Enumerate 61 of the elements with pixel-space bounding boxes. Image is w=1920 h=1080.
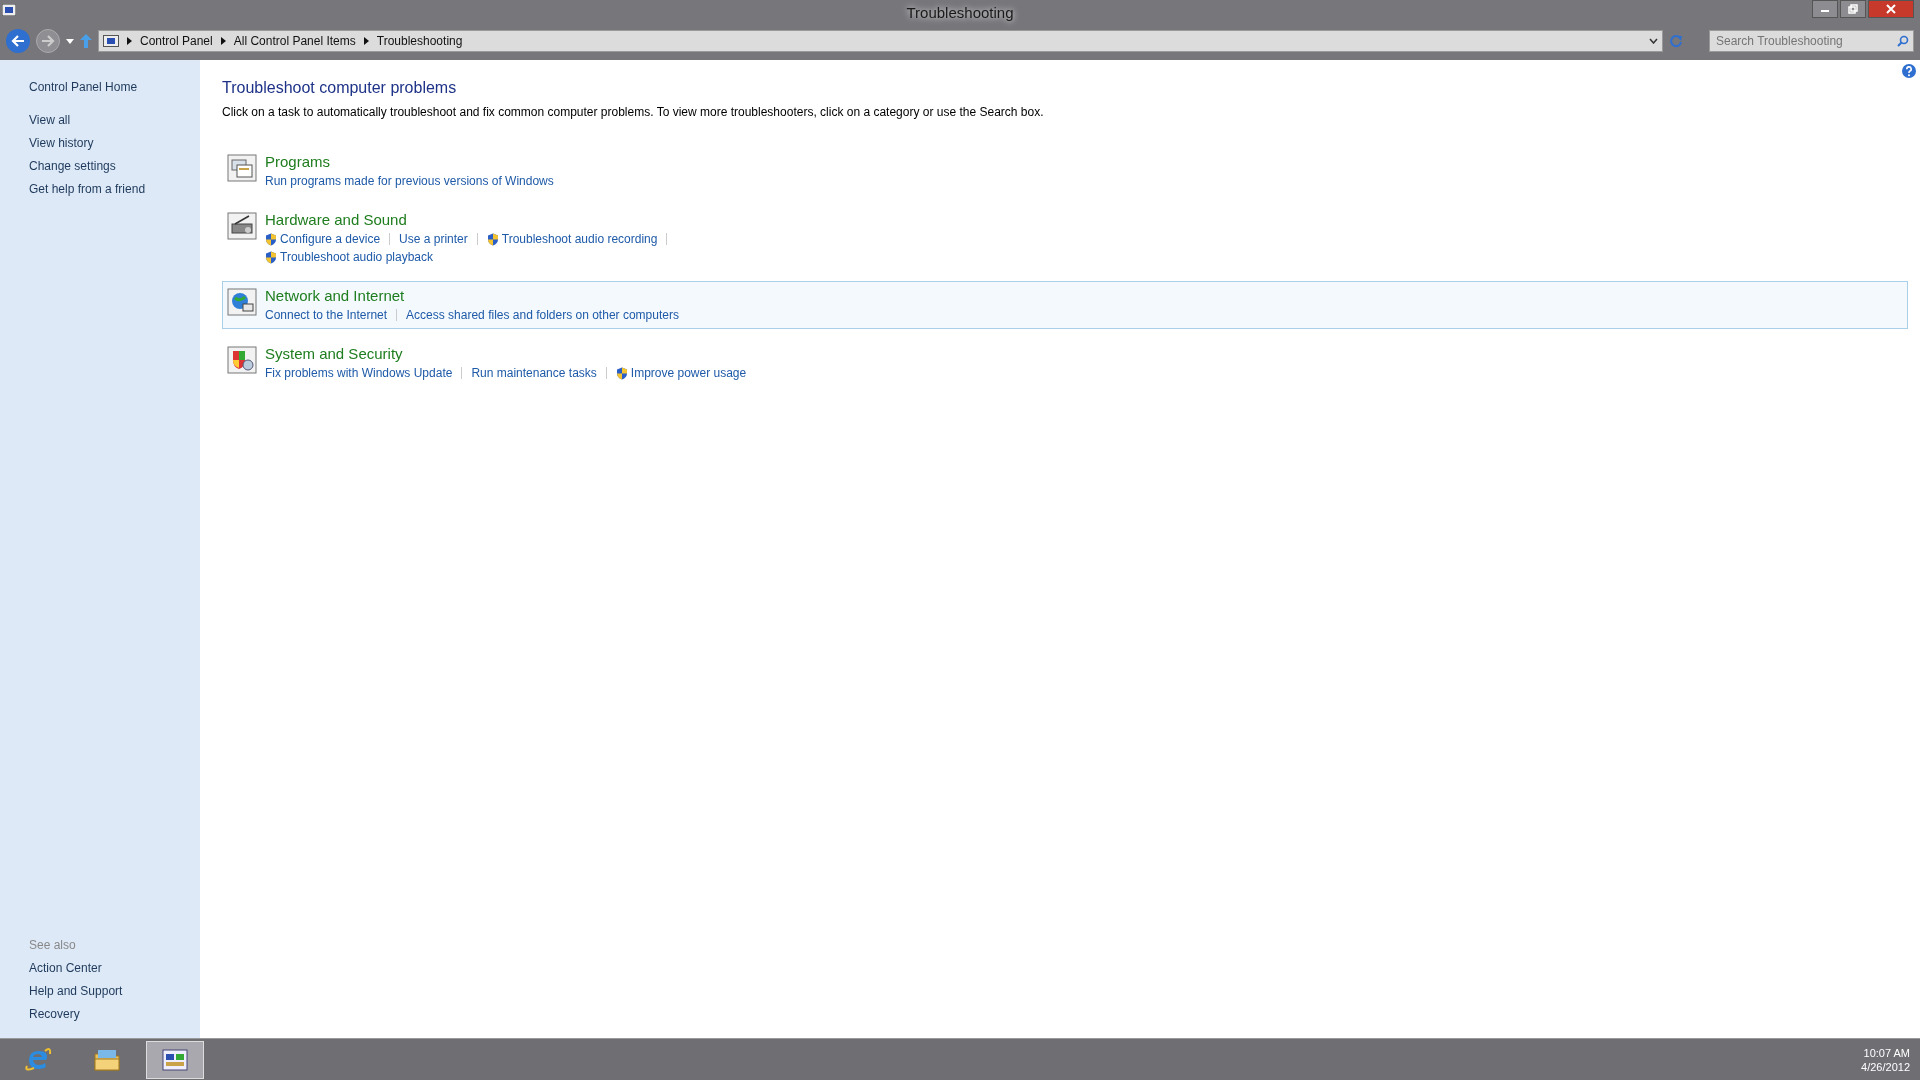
internet-explorer-icon [24,1045,54,1074]
dropdown-icon[interactable] [66,38,74,44]
shield-icon [265,232,277,246]
help-icon[interactable] [1902,64,1916,78]
category-link[interactable]: Network and Internet [265,286,405,307]
program-window-icon[interactable] [227,154,257,183]
task-link[interactable]: Access shared files and folders on other computers [406,306,679,325]
sidebar-link[interactable]: Action Center [29,957,200,980]
breadcrumb[interactable]: Troubleshooting [376,32,463,50]
shield-icon [615,366,628,380]
forward-button[interactable] [36,29,60,53]
category-link[interactable]: Hardware and Sound [265,210,407,231]
address-bar[interactable]: Control Panel All Control Panel Items Troubleshooting [98,30,1663,52]
sidebar-link[interactable]: Change settings [29,155,200,178]
device-icon[interactable] [227,212,257,241]
minimize-button[interactable] [1812,0,1838,18]
category-link[interactable]: Programs [265,152,331,173]
task-link[interactable]: Troubleshoot audio recording [486,230,658,249]
close-icon [1886,4,1896,14]
sidebar-link[interactable]: View history [29,132,200,155]
sidebar-link[interactable]: Get help from a friend [29,178,200,201]
window-icon [2,4,16,16]
see-also-label: See also [29,937,77,954]
sidebar-link[interactable]: Control Panel Home [29,76,200,99]
task-link[interactable]: Run programs made for previous versions of Windows [265,172,554,191]
restore-icon [1848,4,1858,14]
task-link[interactable]: Run maintenance tasks [471,364,597,383]
shield-icon [265,250,277,264]
shield-icon [486,232,499,246]
task-link[interactable]: Fix problems with Windows Update [265,364,453,383]
globe-icon[interactable] [227,288,257,317]
chevron-down-icon[interactable] [1649,38,1658,44]
back-button[interactable] [6,29,30,53]
window-title: Troubleshooting [906,2,1014,23]
back-arrow-icon [11,35,25,47]
task-link[interactable]: Troubleshoot audio playback [265,248,433,267]
chevron-right-icon[interactable] [363,37,369,45]
breadcrumb[interactable]: All Control Panel Items [233,32,356,50]
clock-time: 10:07 AM [1862,1045,1910,1060]
search-icon[interactable] [1897,35,1909,47]
sidebar-link[interactable]: View all [29,109,200,132]
forward-arrow-icon [41,35,55,47]
task-link[interactable]: Improve power usage [615,364,747,383]
chevron-right-icon[interactable] [127,37,132,45]
task-link[interactable]: Use a printer [399,230,468,249]
restore-button[interactable] [1840,0,1866,18]
sidebar-link[interactable]: Help and Support [29,980,200,1003]
sidebar-link[interactable]: Recovery [29,1003,200,1026]
taskbar-button[interactable] [146,1040,204,1079]
shield-icon[interactable] [227,346,257,375]
close-button[interactable] [1868,0,1914,18]
page-heading: Troubleshoot computer problems [222,78,458,98]
category-link[interactable]: System and Security [265,344,403,365]
search-field[interactable]: Search Troubleshooting [1709,30,1914,52]
description-text: Click on a task to automatically troubleshoot and fix common computer problems. To view more troubleshooters, click on a category or use the Search box. [222,104,1045,122]
clock-date: 4/26/2012 [1861,1059,1910,1074]
task-link[interactable]: Connect to the Internet [265,306,388,325]
control-panel-icon [103,35,119,47]
chevron-right-icon[interactable] [220,37,226,45]
breadcrumb[interactable]: Control Panel [140,32,213,50]
task-link[interactable]: Configure a device [265,230,381,249]
